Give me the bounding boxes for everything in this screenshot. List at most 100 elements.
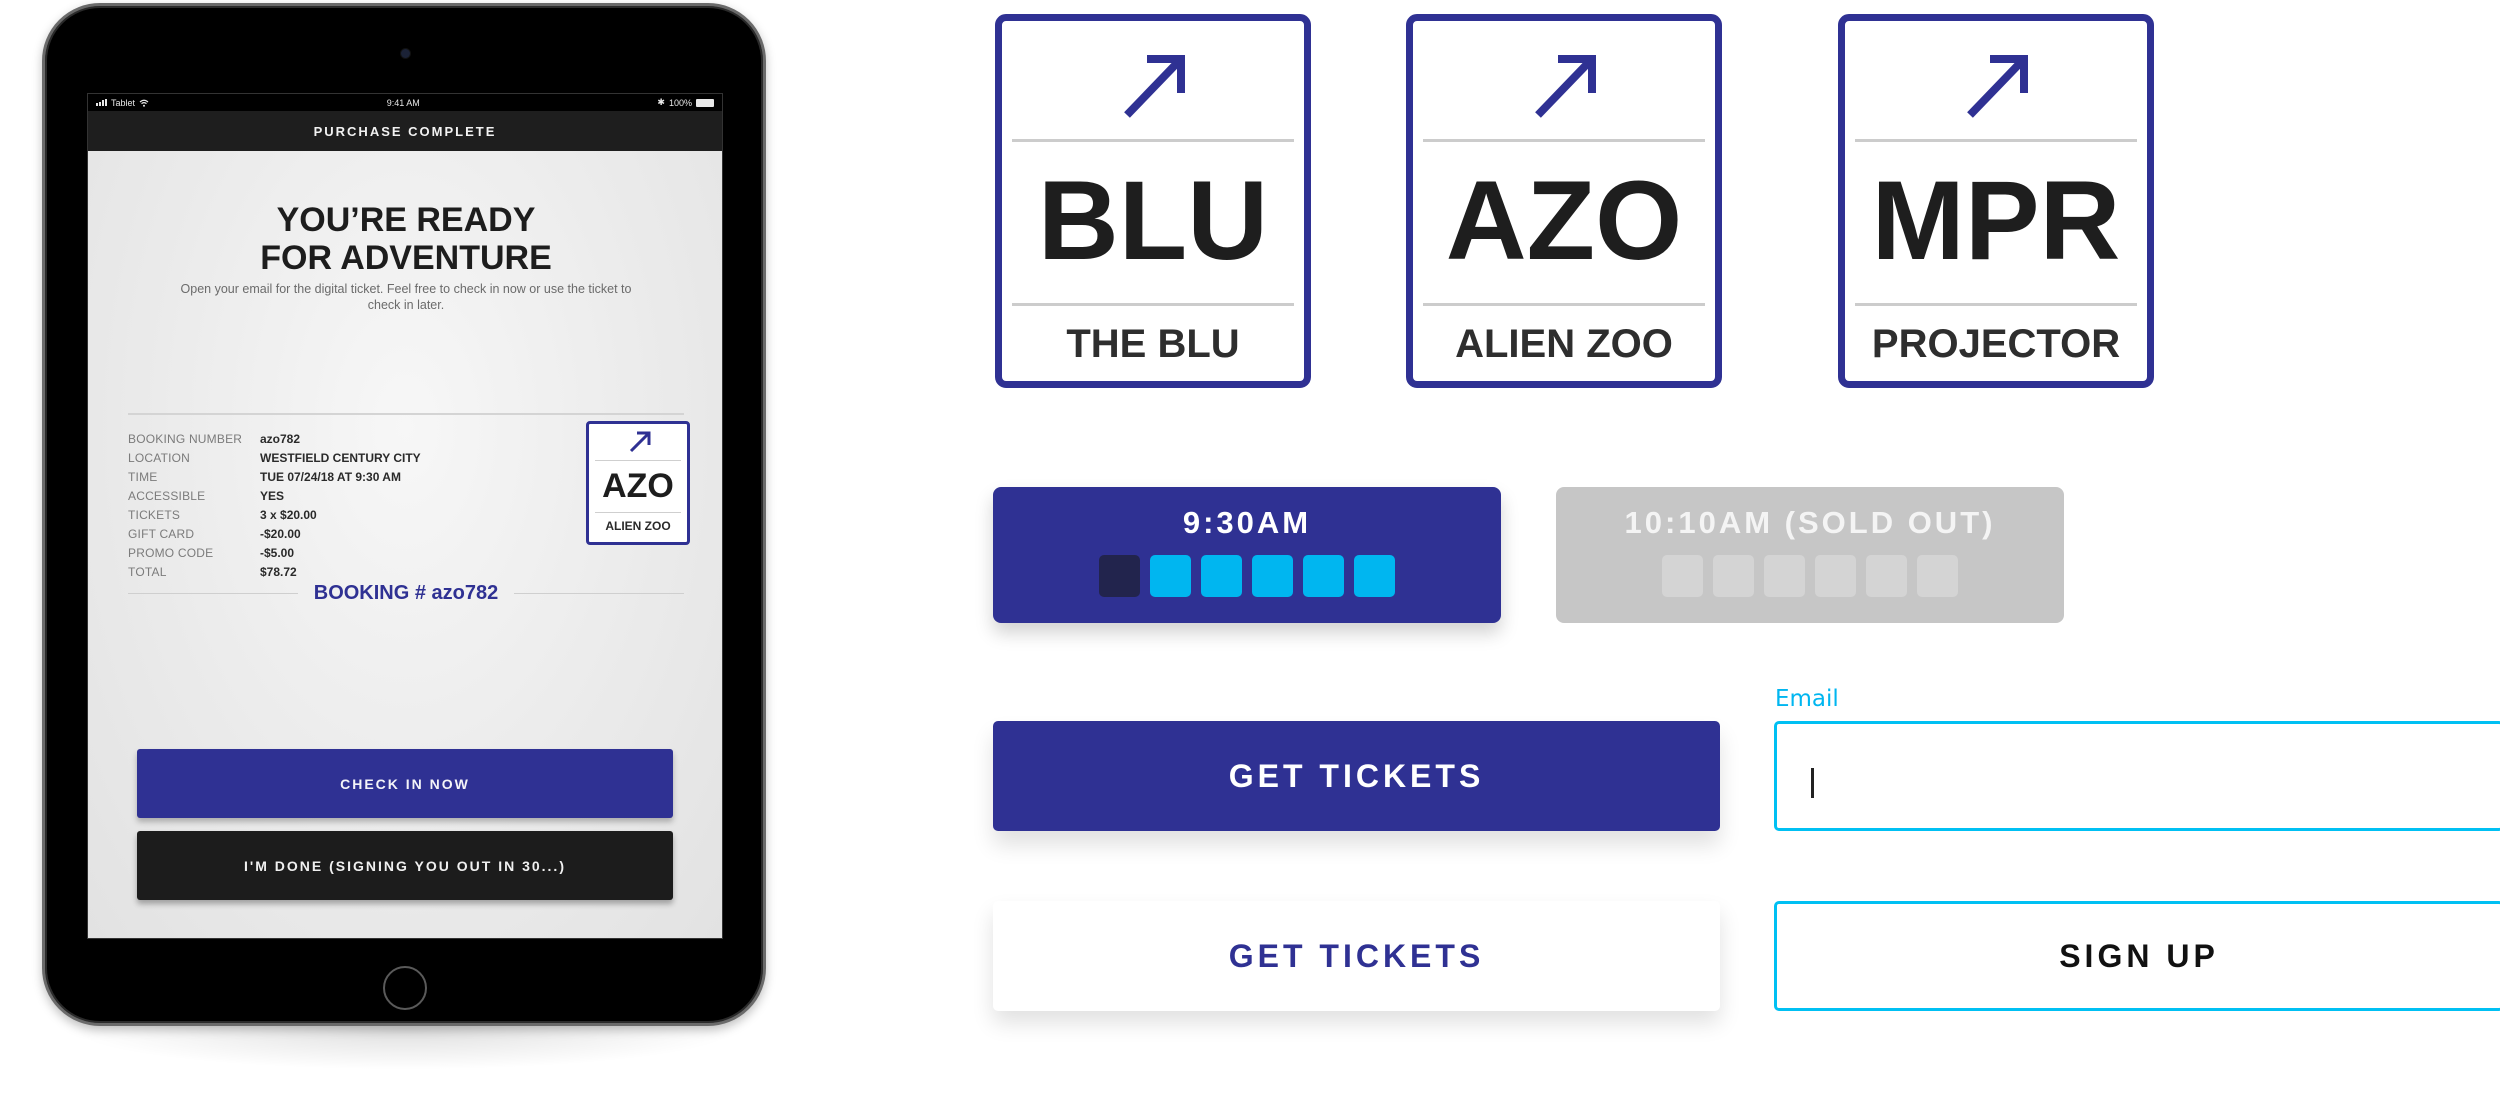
- detail-label: LOCATION: [128, 450, 191, 465]
- wifi-icon: [139, 99, 149, 107]
- seat-disabled: [1866, 555, 1907, 597]
- divider: [1012, 139, 1294, 142]
- arrow-up-right-icon: [1124, 55, 1185, 118]
- detail-label: BOOKING NUMBER: [128, 431, 243, 446]
- ride-card-azo[interactable]: AZO ALIEN ZOO: [1406, 14, 1722, 388]
- divider: [595, 460, 681, 461]
- seat-disabled: [1764, 555, 1805, 597]
- divider: [595, 512, 681, 513]
- ride-code: AZO: [602, 467, 674, 505]
- detail-value: -$20.00: [260, 526, 301, 541]
- detail-row: PROMO CODE -$5.00: [128, 543, 438, 562]
- text-caret: [1811, 768, 1814, 798]
- hero-title: YOU’RE READY FOR ADVENTURE: [88, 201, 722, 277]
- ride-card-blu[interactable]: BLU THE BLU: [995, 14, 1311, 388]
- booking-number-banner: BOOKING # azo782: [128, 581, 685, 605]
- booking-details: BOOKING NUMBER azo782 LOCATION WESTFIELD…: [128, 429, 438, 581]
- ride-name: ALIEN ZOO: [1455, 322, 1673, 366]
- app-header: PURCHASE COMPLETE: [88, 111, 722, 151]
- detail-label: ACCESSIBLE: [128, 488, 206, 503]
- divider: [514, 592, 685, 594]
- hero-title-line1: YOU’RE READY: [276, 201, 536, 239]
- sign-up-button[interactable]: SIGN UP: [1774, 901, 2500, 1011]
- detail-value: -$5.00: [260, 545, 295, 560]
- ride-code: BLU: [1037, 158, 1269, 283]
- email-input[interactable]: [1774, 721, 2500, 831]
- detail-value: YES: [260, 488, 285, 503]
- detail-value: $78.72: [260, 564, 297, 579]
- detail-row: BOOKING NUMBER azo782: [128, 429, 438, 448]
- done-signout-button[interactable]: I'M DONE (SIGNING YOU OUT IN 30...): [137, 831, 673, 900]
- status-left: Tablet: [96, 98, 149, 108]
- bluetooth-icon: ✱: [657, 97, 665, 107]
- arrow-up-right-icon: [629, 431, 651, 453]
- seat-taken: [1099, 555, 1140, 597]
- detail-row: TIME TUE 07/24/18 AT 9:30 AM: [128, 467, 438, 486]
- status-time: 9:41 AM: [386, 97, 420, 108]
- seat-open[interactable]: [1354, 555, 1395, 597]
- tablet-device: Tablet 9:41 AM ✱ 100% PURCHASE COMPLETE …: [42, 3, 766, 1026]
- ride-badge-mini: AZO ALIEN ZOO: [586, 421, 690, 545]
- booking-number-label: BOOKING # azo782: [313, 581, 499, 604]
- seat-disabled: [1662, 555, 1703, 597]
- seat-disabled: [1815, 555, 1856, 597]
- detail-row: TICKETS 3 x $20.00: [128, 505, 438, 524]
- arrow-up-right-icon: [1535, 55, 1596, 118]
- seat-open[interactable]: [1303, 555, 1344, 597]
- detail-value: 3 x $20.00: [260, 507, 317, 522]
- detail-label: TIME: [128, 469, 158, 484]
- ride-name: THE BLU: [1066, 322, 1240, 366]
- hero-subtitle: Open your email for the digital ticket. …: [180, 282, 632, 312]
- divider: [1423, 139, 1705, 142]
- divider: [1855, 303, 2137, 306]
- battery-percent: 100%: [668, 97, 692, 108]
- slot-time: 10:10AM (SOLD OUT): [1624, 505, 1996, 540]
- divider: [1423, 303, 1705, 306]
- check-in-now-button[interactable]: CHECK IN NOW: [137, 749, 673, 818]
- detail-label: PROMO CODE: [128, 545, 214, 560]
- seat-open[interactable]: [1201, 555, 1242, 597]
- signal-icon: [96, 99, 107, 106]
- battery-icon: [695, 98, 714, 107]
- get-tickets-primary-button[interactable]: GET TICKETS: [993, 721, 1720, 831]
- confirmation-content: YOU’RE READY FOR ADVENTURE Open your ema…: [88, 151, 722, 938]
- detail-row: TOTAL $78.72: [128, 562, 438, 581]
- detail-row: LOCATION WESTFIELD CENTURY CITY: [128, 448, 438, 467]
- ride-name: ALIEN ZOO: [605, 519, 671, 533]
- detail-label: TICKETS: [128, 507, 181, 522]
- get-tickets-secondary-button[interactable]: GET TICKETS: [993, 901, 1720, 1011]
- status-right: ✱ 100%: [657, 97, 714, 108]
- divider: [128, 413, 684, 415]
- email-label: Email: [1775, 686, 1839, 712]
- seat-disabled: [1713, 555, 1754, 597]
- seat-disabled: [1917, 555, 1958, 597]
- seat-open[interactable]: [1150, 555, 1191, 597]
- detail-value: TUE 07/24/18 AT 9:30 AM: [260, 469, 401, 484]
- detail-value: azo782: [260, 431, 301, 446]
- seat-availability: [1556, 555, 2064, 597]
- arrow-up-right-icon: [1967, 55, 2028, 118]
- detail-label: TOTAL: [128, 564, 167, 579]
- status-bar: Tablet 9:41 AM ✱ 100%: [88, 94, 722, 111]
- divider: [1855, 139, 2137, 142]
- time-slot-1010am-sold-out: 10:10AM (SOLD OUT): [1556, 487, 2064, 623]
- time-slot-930am[interactable]: 9:30AM: [993, 487, 1501, 623]
- carrier-label: Tablet: [111, 97, 136, 108]
- camera-icon: [401, 49, 410, 58]
- ride-name: PROJECTOR: [1871, 322, 2121, 366]
- divider: [128, 592, 298, 594]
- tablet-screen: Tablet 9:41 AM ✱ 100% PURCHASE COMPLETE …: [87, 93, 723, 939]
- home-button[interactable]: [383, 966, 427, 1010]
- detail-row: GIFT CARD -$20.00: [128, 524, 438, 543]
- slot-time: 9:30AM: [1182, 505, 1312, 540]
- ride-code: AZO: [1445, 158, 1683, 283]
- detail-value: WESTFIELD CENTURY CITY: [260, 450, 421, 465]
- detail-label: GIFT CARD: [128, 526, 195, 541]
- ride-code: MPR: [1871, 158, 2121, 283]
- hero-title-line2: FOR ADVENTURE: [260, 239, 552, 277]
- seat-open[interactable]: [1252, 555, 1293, 597]
- divider: [1012, 303, 1294, 306]
- ride-card-mpr[interactable]: MPR PROJECTOR: [1838, 14, 2154, 388]
- seat-availability: [993, 555, 1501, 597]
- detail-row: ACCESSIBLE YES: [128, 486, 438, 505]
